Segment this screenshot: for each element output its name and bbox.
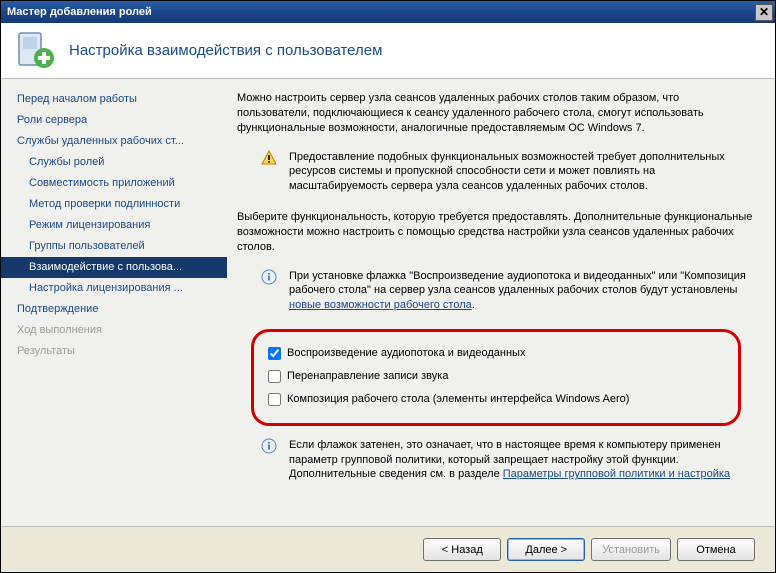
content-panel: Можно настроить сервер узла сеансов удал… xyxy=(227,79,775,526)
warning-text: Предоставление подобных функциональных в… xyxy=(289,150,755,195)
sidebar-item-5[interactable]: Метод проверки подлинности xyxy=(1,194,227,215)
info-notice-2: Если флажок затенен, это означает, что в… xyxy=(237,438,755,483)
sidebar-item-7[interactable]: Группы пользователей xyxy=(1,236,227,257)
page-title: Настройка взаимодействия с пользователем xyxy=(69,42,382,59)
checkbox-0[interactable] xyxy=(268,347,281,360)
install-button[interactable]: Установить xyxy=(591,538,671,561)
warning-icon xyxy=(261,150,277,166)
sidebar-item-4[interactable]: Совместимость приложений xyxy=(1,173,227,194)
sidebar-item-0[interactable]: Перед началом работы xyxy=(1,89,227,110)
sidebar-item-11: Ход выполнения xyxy=(1,320,227,341)
sidebar-item-10[interactable]: Подтверждение xyxy=(1,299,227,320)
close-button[interactable]: ✕ xyxy=(755,4,773,21)
sidebar-item-12: Результаты xyxy=(1,341,227,362)
close-icon: ✕ xyxy=(759,5,769,19)
sidebar-item-2[interactable]: Службы удаленных рабочих ст... xyxy=(1,131,227,152)
sidebar-item-6[interactable]: Режим лицензирования xyxy=(1,215,227,236)
info-icon xyxy=(261,269,277,285)
intro-paragraph: Можно настроить сервер узла сеансов удал… xyxy=(237,91,755,136)
select-paragraph: Выберите функциональность, которую требу… xyxy=(237,210,755,255)
checkbox-row-1[interactable]: Перенаправление записи звука xyxy=(268,365,724,388)
sidebar-item-1[interactable]: Роли сервера xyxy=(1,110,227,131)
title-bar: Мастер добавления ролей ✕ xyxy=(1,1,775,23)
desktop-experience-link[interactable]: новые возможности рабочего стола xyxy=(289,299,472,311)
sidebar-item-9[interactable]: Настройка лицензирования ... xyxy=(1,278,227,299)
checkbox-1[interactable] xyxy=(268,370,281,383)
wizard-sidebar: Перед началом работыРоли сервераСлужбы у… xyxy=(1,79,227,526)
sidebar-item-8[interactable]: Взаимодействие с пользова... xyxy=(1,257,227,278)
back-button[interactable]: < Назад xyxy=(423,538,501,561)
checkbox-label-2: Композиция рабочего стола (элементы инте… xyxy=(287,392,629,407)
checkbox-row-0[interactable]: Воспроизведение аудиопотока и видеоданны… xyxy=(268,342,724,365)
checkbox-label-1: Перенаправление записи звука xyxy=(287,369,448,384)
main-area: Перед началом работыРоли сервераСлужбы у… xyxy=(1,79,775,526)
window-title: Мастер добавления ролей xyxy=(7,6,152,18)
info1-prefix: При установке флажка "Воспроизведение ау… xyxy=(289,270,746,297)
info-icon xyxy=(261,438,277,454)
checkbox-row-2[interactable]: Композиция рабочего стола (элементы инте… xyxy=(268,388,724,411)
sidebar-item-3[interactable]: Службы ролей xyxy=(1,152,227,173)
info-notice-1: При установке флажка "Воспроизведение ау… xyxy=(237,269,755,314)
wizard-header: Настройка взаимодействия с пользователем xyxy=(1,23,775,79)
info1-suffix: . xyxy=(472,299,475,311)
server-roles-icon xyxy=(15,29,55,72)
cancel-button[interactable]: Отмена xyxy=(677,538,755,561)
wizard-footer: < Назад Далее > Установить Отмена xyxy=(1,526,775,572)
info2-text: Если флажок затенен, это означает, что в… xyxy=(289,438,755,483)
group-policy-link[interactable]: Параметры групповой политики и настройка xyxy=(503,468,730,480)
info1-text: При установке флажка "Воспроизведение ау… xyxy=(289,269,755,314)
warning-notice: Предоставление подобных функциональных в… xyxy=(237,150,755,195)
checkbox-label-0: Воспроизведение аудиопотока и видеоданны… xyxy=(287,346,525,361)
next-button[interactable]: Далее > xyxy=(507,538,585,561)
checkbox-2[interactable] xyxy=(268,393,281,406)
highlighted-options-box: Воспроизведение аудиопотока и видеоданны… xyxy=(251,329,741,426)
